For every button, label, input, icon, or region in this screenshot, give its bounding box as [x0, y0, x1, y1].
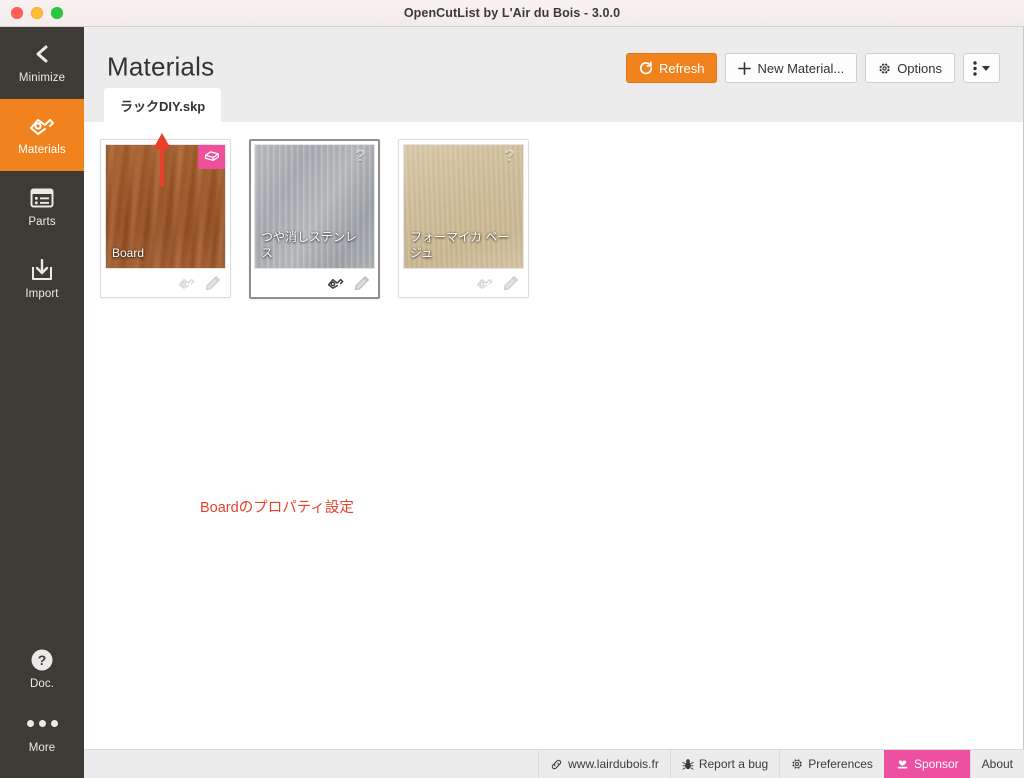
material-card[interactable]: ? フォーマイカ ベージュ [398, 139, 529, 298]
window-title: OpenCutList by L'Air du Bois - 3.0.0 [403, 6, 621, 20]
refresh-label: Refresh [658, 60, 705, 76]
annotation-label: Boardのプロパティ設定 [200, 500, 354, 516]
material-name: つや消しステンレス [261, 230, 358, 260]
material-name: フォーマイカ ベージュ [410, 230, 510, 260]
toolbar: Refresh New Material... Options [625, 53, 1000, 83]
sidebar-item-label: More [28, 741, 56, 754]
refresh-button[interactable]: Refresh [625, 53, 718, 83]
sidebar-item-label: Minimize [18, 71, 66, 84]
footer-label: Report a bug [698, 757, 769, 771]
material-card[interactable]: Board [100, 139, 231, 298]
more-actions-button[interactable] [963, 53, 1000, 83]
sidebar-item-minimize[interactable]: Minimize [0, 27, 84, 99]
material-card-actions [105, 269, 226, 297]
edit-pencil-icon[interactable] [204, 275, 221, 292]
footer-about[interactable]: About [969, 750, 1024, 778]
tab-model-file[interactable]: ラックDIY.skp [104, 88, 222, 122]
footer-label: Preferences [808, 757, 873, 771]
sidebar-item-parts[interactable]: Parts [0, 171, 84, 243]
sidebar-item-label: Import [25, 287, 59, 300]
material-name: Board [112, 246, 145, 260]
vertical-dots-icon [973, 60, 977, 76]
gear-icon [878, 62, 891, 75]
ellipsis-icon [26, 712, 58, 736]
board-type-icon [198, 145, 225, 169]
sidebar-item-label: Parts [28, 215, 56, 228]
unknown-type-icon: ? [504, 146, 515, 165]
content-area: Board ? つや消しステンレス ? フォーマイカ ベージュ Boardのプロ… [84, 123, 1023, 778]
title-bar: OpenCutList by L'Air du Bois - 3.0.0 [0, 0, 1024, 27]
options-button[interactable]: Options [865, 53, 955, 83]
parts-list-icon [29, 186, 55, 210]
tab-strip: ラックDIY.skp [84, 88, 1023, 123]
refresh-icon [639, 61, 653, 75]
unknown-type-icon: ? [355, 146, 366, 165]
sidebar: Minimize Materials Parts Import ? Doc. M… [0, 27, 84, 778]
main-panel: Materials Refresh New Material... Option… [84, 27, 1024, 778]
new-material-label: New Material... [757, 60, 845, 76]
app-window: OpenCutList by L'Air du Bois - 3.0.0 Min… [0, 0, 1024, 778]
footer-sponsor[interactable]: Sponsor [883, 750, 970, 778]
edit-pencil-icon[interactable] [502, 275, 519, 292]
material-link-icon[interactable] [178, 275, 195, 292]
footer-preferences[interactable]: Preferences [779, 750, 884, 778]
materials-icon [29, 114, 55, 138]
sidebar-bottom-group: ? Doc. More [0, 636, 84, 778]
sidebar-top-group: Minimize Materials Parts Import [0, 27, 84, 315]
sidebar-item-materials[interactable]: Materials [0, 99, 84, 171]
sidebar-item-import[interactable]: Import [0, 243, 84, 315]
import-icon [29, 258, 55, 282]
bug-icon [682, 758, 694, 771]
page-header: Materials Refresh New Material... Option… [84, 27, 1023, 88]
link-icon [550, 758, 563, 771]
material-link-icon[interactable] [327, 275, 344, 292]
footer-report-bug[interactable]: Report a bug [669, 750, 779, 778]
plus-icon [738, 61, 752, 75]
options-label: Options [897, 60, 942, 76]
chevron-down-icon [982, 65, 990, 71]
gear-icon [791, 758, 803, 770]
footer-label: About [981, 757, 1013, 771]
edit-pencil-icon[interactable] [353, 275, 370, 292]
material-card[interactable]: ? つや消しステンレス [249, 139, 380, 299]
sidebar-item-label: Materials [18, 143, 66, 156]
materials-grid: Board ? つや消しステンレス ? フォーマイカ ベージュ [100, 139, 1023, 299]
question-circle-icon: ? [29, 648, 55, 672]
chevron-left-icon [29, 42, 55, 66]
material-swatch: ? つや消しステンレス [254, 144, 375, 269]
material-card-actions [254, 269, 375, 297]
sidebar-item-more[interactable]: More [0, 702, 84, 764]
material-card-actions [403, 269, 524, 297]
material-link-icon[interactable] [476, 275, 493, 292]
new-material-button[interactable]: New Material... [725, 53, 858, 83]
page-title: Materials [107, 51, 215, 82]
status-bar: www.lairdubois.fr Report a bug Preferenc… [84, 749, 1024, 778]
footer-label: Sponsor [913, 757, 959, 771]
footer-link-website[interactable]: www.lairdubois.fr [538, 750, 670, 778]
footer-label: www.lairdubois.fr [568, 757, 659, 771]
material-swatch: Board [105, 144, 226, 269]
svg-text:?: ? [38, 652, 47, 668]
sidebar-item-label: Doc. [29, 677, 55, 690]
material-swatch: ? フォーマイカ ベージュ [403, 144, 524, 269]
sidebar-item-doc[interactable]: ? Doc. [0, 636, 84, 702]
heart-hand-icon [896, 758, 909, 770]
tab-label: ラックDIY.skp [120, 98, 206, 114]
